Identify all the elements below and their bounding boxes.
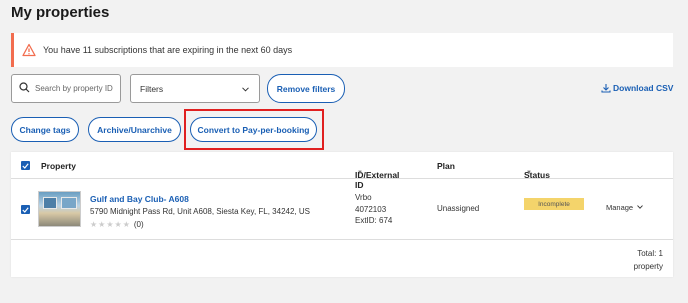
sort-icon: ▼ — [357, 170, 363, 176]
properties-table: Property ID/External ID ▼ Plan Status ▼ … — [11, 152, 673, 277]
manage-dropdown[interactable]: Manage — [606, 203, 643, 212]
page-title: My properties — [11, 4, 110, 21]
check-icon — [22, 162, 29, 169]
alert-text: You have 11 subscriptions that are expir… — [43, 45, 293, 55]
property-address: 5790 Midnight Pass Rd, Unit A608, Siesta… — [90, 207, 310, 216]
header-plan: Plan — [437, 161, 455, 171]
remove-filters-button[interactable]: Remove filters — [267, 74, 345, 103]
search-input[interactable] — [35, 84, 115, 93]
thumbnail-window — [43, 197, 57, 209]
plan-cell: Unassigned — [437, 204, 480, 213]
header-property: Property — [41, 161, 76, 171]
total-count: Total: 1 property — [634, 247, 663, 273]
thumbnail-window — [61, 197, 77, 209]
star-icon: ★ — [90, 220, 99, 229]
subscription-alert: You have 11 subscriptions that are expir… — [11, 33, 673, 67]
sort-icon: ▼ — [526, 170, 532, 176]
rating-stars: ★ ★ ★ ★ ★ (0) — [90, 220, 144, 229]
chevron-down-icon — [242, 84, 249, 94]
source-name: Vrbo — [355, 193, 372, 202]
download-icon — [601, 83, 611, 93]
download-csv-link[interactable]: Download CSV — [601, 83, 673, 93]
external-id-cell: Vrbo 4072103 ExtID: 674 — [355, 192, 392, 227]
property-name-link[interactable]: Gulf and Bay Club- A608 — [90, 194, 189, 204]
select-all-checkbox[interactable] — [21, 161, 30, 170]
search-icon — [19, 80, 30, 98]
status-badge: Incomplete — [524, 198, 584, 210]
highlight-box — [184, 109, 324, 150]
filters-label: Filters — [140, 83, 164, 94]
manage-label: Manage — [606, 203, 634, 212]
change-tags-button[interactable]: Change tags — [11, 117, 79, 142]
warning-icon — [22, 43, 36, 57]
download-csv-label: Download CSV — [613, 83, 674, 93]
property-id: 4072103 — [355, 204, 387, 214]
star-icon: ★ — [106, 220, 115, 229]
property-thumbnail — [38, 191, 81, 227]
table-header: Property ID/External ID ▼ Plan Status ▼ — [11, 152, 673, 190]
star-icon: ★ — [98, 220, 107, 229]
total-line-2: property — [633, 262, 663, 271]
chevron-down-icon — [637, 204, 643, 211]
check-icon — [22, 206, 29, 213]
external-id: ExtID: 674 — [355, 216, 393, 225]
star-icon: ★ — [122, 220, 131, 229]
total-line-1: Total: 1 — [637, 249, 663, 258]
filters-select[interactable]: Filters — [130, 74, 260, 103]
archive-unarchive-button[interactable]: Archive/Unarchive — [88, 117, 181, 142]
search-field[interactable] — [11, 74, 121, 103]
row-checkbox[interactable] — [21, 205, 30, 214]
star-icon: ★ — [114, 220, 123, 229]
rating-count: (0) — [133, 220, 144, 229]
table-row: Gulf and Bay Club- A608 5790 Midnight Pa… — [11, 179, 673, 240]
